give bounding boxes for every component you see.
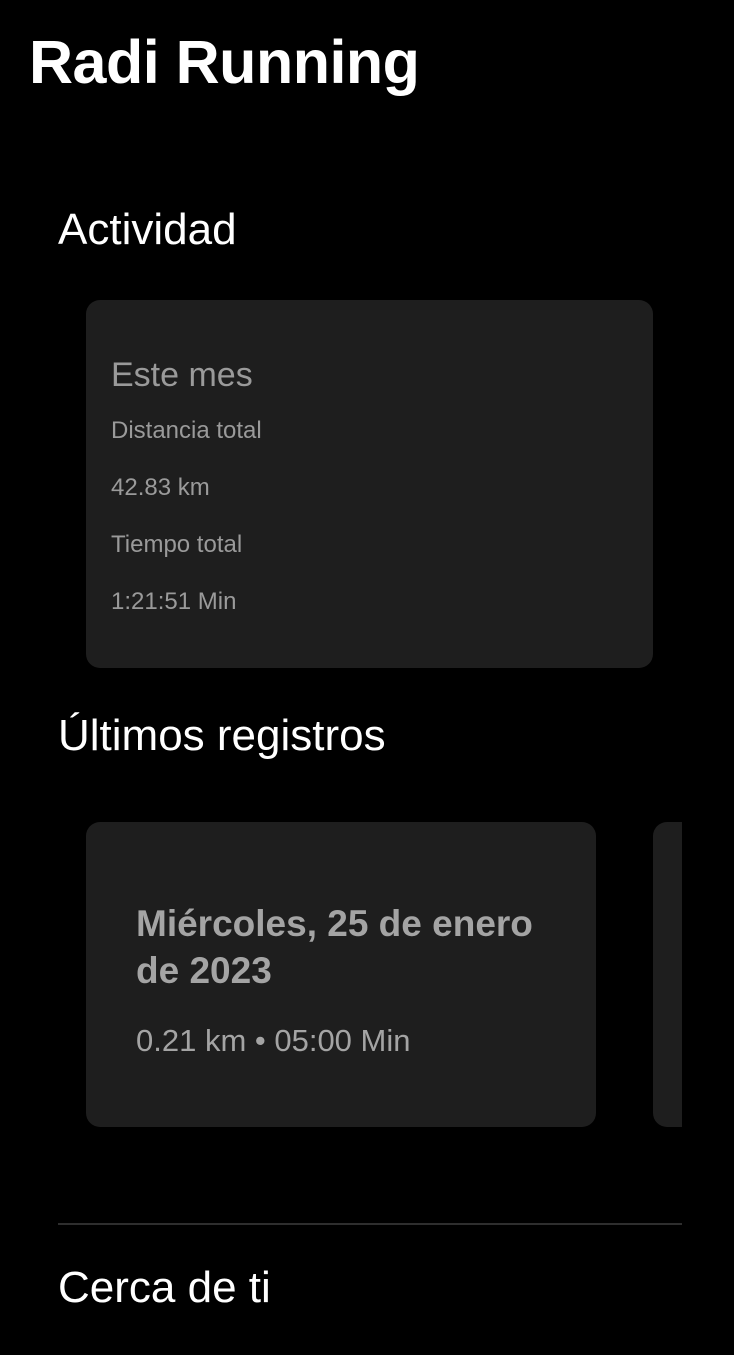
month-card-heading: Este mes bbox=[111, 356, 253, 394]
record-date: Miércoles, 25 de enero de 2023 bbox=[136, 903, 533, 991]
total-distance-label: Distancia total bbox=[111, 417, 262, 444]
section-divider bbox=[58, 1223, 682, 1225]
total-time-value: 1:21:51 Min bbox=[111, 588, 237, 615]
total-distance-value: 42.83 km bbox=[111, 474, 210, 501]
recent-records-carousel[interactable]: Miércoles, 25 de enero de 2023 0.21 km •… bbox=[86, 822, 682, 1127]
recent-records-section-title: Últimos registros bbox=[58, 711, 386, 760]
app-title: Radi Running bbox=[29, 28, 420, 96]
activity-section-title: Actividad bbox=[58, 205, 237, 254]
nearby-section-title: Cerca de ti bbox=[58, 1263, 271, 1312]
total-time-label: Tiempo total bbox=[111, 531, 243, 558]
record-card[interactable]: Miércoles, 25 de enero de 2023 0.21 km •… bbox=[86, 822, 596, 1127]
record-summary: 0.21 km • 05:00 Min bbox=[136, 1023, 411, 1058]
monthly-activity-card[interactable]: Este mes Distancia total 42.83 km Tiempo… bbox=[86, 300, 653, 668]
next-record-card[interactable] bbox=[653, 822, 682, 1127]
